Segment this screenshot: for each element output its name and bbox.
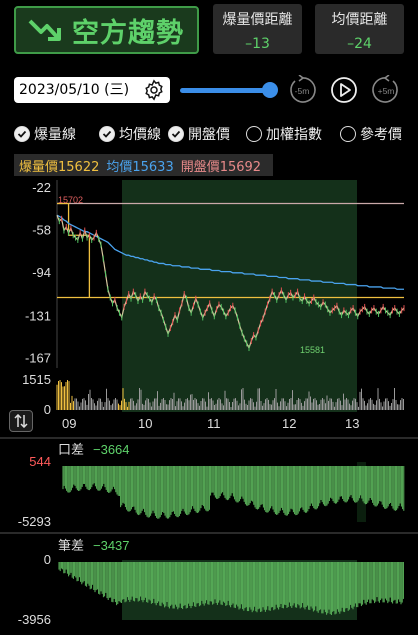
- price-ytick-2: -94: [32, 265, 51, 280]
- time-xtick-3: 12: [282, 416, 296, 431]
- trade-diff-ytick-0: 0: [44, 552, 51, 567]
- time-xtick-1: 10: [138, 416, 152, 431]
- swap-axis-button[interactable]: [9, 410, 33, 432]
- volume-ytick-1: 0: [44, 402, 51, 417]
- time-xtick-0: 09: [62, 416, 76, 431]
- session-band: [122, 180, 357, 412]
- lot-diff-title: 口差: [58, 442, 84, 457]
- time-xtick-4: 13: [345, 416, 359, 431]
- intraday-charts: -22 -58 -94 -131 -167 15702 15581 1515 0 09 10 11 12…: [0, 180, 418, 627]
- lot-diff-ytick-0: 544: [29, 454, 51, 469]
- lot-diff-ytick-1: -5293: [18, 514, 51, 529]
- high-annotation: 15702: [58, 195, 83, 205]
- lot-diff-value: −3664: [93, 442, 130, 457]
- swap-arrows-icon: [14, 414, 28, 428]
- trade-diff-value: −3437: [93, 538, 130, 553]
- low-annotation: 15581: [300, 345, 325, 355]
- trade-diff-ytick-1: -3956: [18, 612, 51, 627]
- price-ytick-4: -167: [25, 351, 51, 366]
- time-xtick-2: 11: [207, 416, 221, 431]
- price-ytick-1: -58: [32, 223, 51, 238]
- volume-ytick-0: 1515: [22, 372, 51, 387]
- price-ytick-0: -22: [32, 180, 51, 195]
- trade-diff-title: 筆差: [58, 538, 84, 553]
- price-ytick-3: -131: [25, 308, 51, 323]
